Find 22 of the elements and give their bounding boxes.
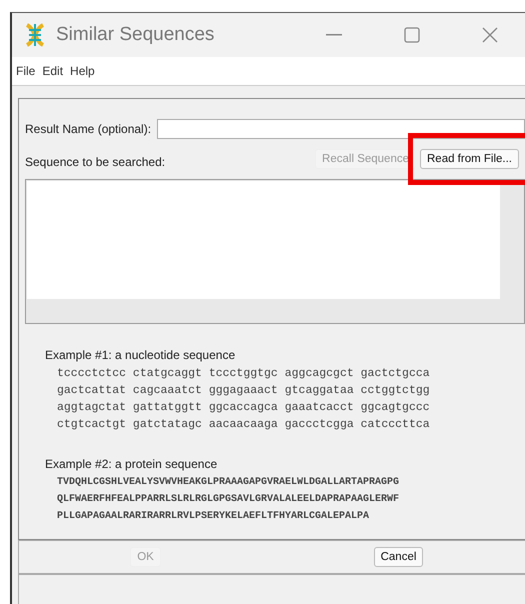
menu-item[interactable]: Edit xyxy=(42,64,64,78)
sequence-line: PLLGAPAGAALRARIRARRLRVLPSERYKELAEFLTFHYARLCGALEPALPA xyxy=(57,510,370,524)
minimize-icon[interactable] xyxy=(326,34,342,36)
sequence-line: tcccctctcc ctatgcaggt tccctggtgc aggcagcgct gactctgcca xyxy=(57,366,431,382)
field-label: Result Name (optional): xyxy=(25,122,152,136)
sequence-line: gactcattat cagcaaatct gggagaaact gtcaggataa cctggtctgg xyxy=(57,383,431,399)
maximize-icon[interactable] xyxy=(404,27,420,43)
example-title: Example #2: a protein sequence xyxy=(45,457,218,471)
sequence-line: ctgtcactgt gatctatagc aacaacaaga gaccctcgga catcccttca xyxy=(57,417,431,433)
sequence-text-area[interactable] xyxy=(25,179,525,324)
menu-item[interactable]: File xyxy=(16,64,36,78)
sequence-line: aggtagctat gattatggtt ggcaccagca gaaatcacct ggcagtgccc xyxy=(57,400,431,416)
sequence-line: QLFWAERFHFEALPPARRLSLRLRGLGPGSAVLGRVALALEELDAPRAPAAGLERWF xyxy=(57,493,400,507)
menu-item[interactable]: Help xyxy=(70,64,95,78)
sequence-line: TVDQHLCGSHLVEALYSVWVHEAKGLPRAAAGAPGVRAELWLDGALLARTAPRAGPG xyxy=(57,476,400,490)
toolbar-button[interactable]: Read from File... xyxy=(420,149,519,169)
result-name-field[interactable] xyxy=(157,119,525,139)
window-title: Similar Sequences xyxy=(56,24,216,46)
close-icon[interactable] xyxy=(482,27,498,43)
dialog-button[interactable]: Cancel xyxy=(374,547,424,567)
example-title: Example #1: a nucleotide sequence xyxy=(45,348,236,362)
field-label: Sequence to be searched: xyxy=(25,155,166,169)
